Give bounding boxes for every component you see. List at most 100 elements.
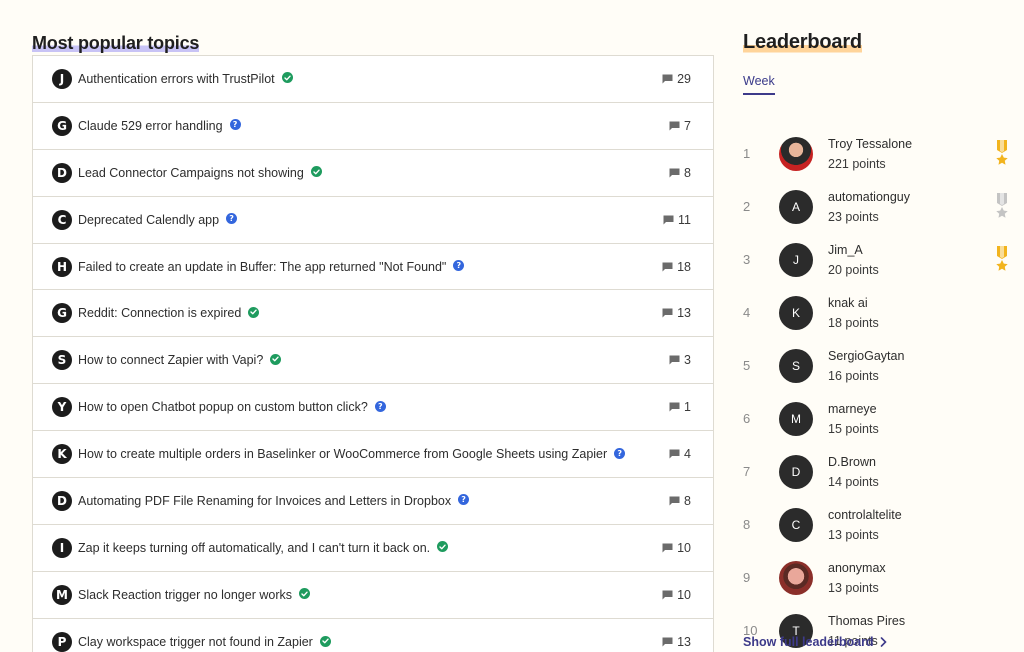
solved-check-icon (248, 306, 260, 318)
comment-icon (662, 308, 673, 318)
leaderboard-entry: 9 anonymax 13 points (743, 558, 1024, 598)
user-name-link[interactable]: automationguy (828, 190, 910, 204)
user-avatar-initial: S (791, 359, 800, 373)
topic-title-link[interactable]: Claude 529 error handling (78, 119, 223, 133)
rank-number: 3 (743, 252, 751, 267)
user-name-link[interactable]: controlaltelite (828, 508, 902, 522)
topic-title-link[interactable]: Reddit: Connection is expired (78, 306, 241, 320)
comment-icon (669, 168, 680, 178)
user-name-link[interactable]: Thomas Pires (828, 614, 905, 628)
user-avatar[interactable]: C (779, 508, 813, 542)
topic-list: J Authentication errors with TrustPilot 29… (32, 55, 714, 652)
topic-row[interactable]: S How to connect Zapier with Vapi? 3 (33, 337, 713, 385)
topic-row[interactable]: K How to create multiple orders in Baseli… (33, 431, 713, 479)
topic-title-link[interactable]: Zap it keeps turning off automatically, … (78, 541, 430, 555)
topic-author-initial: G (57, 118, 67, 133)
topic-row[interactable]: Y How to open Chatbot popup on custom but… (33, 384, 713, 432)
topic-row[interactable]: I Zap it keeps turning off automatically,… (33, 525, 713, 572)
user-avatar[interactable]: J (779, 243, 813, 277)
topic-row[interactable]: G Reddit: Connection is expired 13 (33, 290, 713, 338)
user-avatar[interactable]: D (779, 455, 813, 489)
show-full-leaderboard-label: Show full leaderboard (743, 635, 874, 649)
topic-row[interactable]: C Deprecated Calendly app? 11 (33, 197, 713, 244)
solved-check-icon (437, 541, 449, 553)
topic-author-avatar-icon: G (53, 116, 71, 135)
leaderboard-entry: 4 Kknak ai 18 points (743, 293, 1024, 333)
reply-count: 1 (669, 400, 691, 414)
topic-title-link[interactable]: Lead Connector Campaigns not showing (78, 166, 304, 180)
solved-check-icon (270, 353, 282, 365)
user-avatar-initial: D (791, 465, 801, 479)
user-name-link[interactable]: D.Brown (828, 455, 876, 469)
reply-count-value: 13 (677, 306, 691, 321)
topic-title-link[interactable]: Slack Reaction trigger no longer works (78, 588, 292, 602)
comment-icon (662, 74, 673, 84)
leaderboard-heading: Leaderboard (743, 30, 862, 54)
topic-author-avatar-icon: J (53, 69, 71, 88)
reply-count-value: 1 (684, 400, 691, 415)
reply-count-value: 10 (677, 587, 691, 602)
topic-row[interactable]: D Automating PDF File Renaming for Invoic… (33, 478, 713, 525)
topic-row[interactable]: D Lead Connector Campaigns not showing 8 (33, 150, 713, 197)
user-name-link[interactable]: Jim_A (828, 243, 863, 257)
user-name-link[interactable]: SergioGaytan (828, 349, 904, 363)
user-name-link[interactable]: anonymax (828, 561, 886, 575)
topic-author-avatar-icon: G (53, 304, 71, 323)
topic-title-link[interactable]: Failed to create an update in Buffer: Th… (78, 260, 446, 274)
user-name-link[interactable]: knak ai (828, 296, 868, 310)
tab-week[interactable]: Week (743, 74, 775, 95)
rank-number: 4 (743, 305, 751, 320)
reply-count-value: 29 (677, 71, 691, 86)
user-name-link[interactable]: Troy Tessalone (828, 137, 912, 151)
reply-count: 13 (662, 306, 691, 320)
topic-author-initial: J (59, 71, 65, 86)
comment-icon (669, 496, 680, 506)
user-avatar[interactable]: S (779, 349, 813, 383)
topic-author-initial: M (56, 587, 68, 602)
topic-row[interactable]: G Claude 529 error handling? 7 (33, 103, 713, 150)
reply-count: 18 (662, 260, 691, 274)
comment-icon (662, 262, 673, 271)
reply-count-value: 7 (684, 118, 691, 133)
user-points: 14 points (828, 475, 879, 489)
topic-row[interactable]: H Failed to create an update in Buffer: T… (33, 244, 713, 291)
show-full-leaderboard-link[interactable]: Show full leaderboard (743, 635, 887, 649)
user-avatar-initial: M (791, 412, 801, 426)
reply-count-value: 18 (677, 259, 691, 274)
user-avatar[interactable] (779, 561, 813, 595)
topic-author-initial: K (57, 447, 67, 462)
gold-medal-icon (995, 140, 1009, 171)
question-mark-icon: ? (229, 119, 241, 131)
user-avatar[interactable]: K (779, 296, 813, 330)
user-points: 20 points (828, 263, 879, 277)
topic-author-initial: S (57, 353, 67, 368)
user-name-link[interactable]: marneye (828, 402, 877, 416)
user-avatar[interactable]: A (779, 190, 813, 224)
topic-author-avatar-icon: K (53, 445, 71, 464)
topic-title-link[interactable]: How to connect Zapier with Vapi? (78, 353, 263, 367)
topic-author-avatar-icon: I (53, 538, 71, 557)
topic-title-link[interactable]: Automating PDF File Renaming for Invoice… (78, 494, 451, 508)
topic-title-link[interactable]: Deprecated Calendly app (78, 213, 219, 227)
topic-author-avatar-icon: M (53, 585, 71, 604)
topic-row[interactable]: P Clay workspace trigger not found in Zap… (33, 619, 713, 652)
question-mark-icon: ? (458, 494, 470, 506)
comment-icon (669, 355, 680, 365)
user-avatar-initial: C (791, 518, 801, 532)
topic-title-link[interactable]: How to create multiple orders in Baselin… (78, 447, 607, 461)
reply-count-value: 13 (677, 635, 691, 650)
comment-icon (662, 590, 673, 600)
reply-count: 8 (669, 494, 691, 508)
topic-title-link[interactable]: Clay workspace trigger not found in Zapi… (78, 635, 313, 649)
topic-row[interactable]: J Authentication errors with TrustPilot 29 (33, 56, 713, 103)
question-mark-icon: ? (614, 447, 626, 459)
topic-title-link[interactable]: How to open Chatbot popup on custom butt… (78, 400, 368, 414)
topic-title-link[interactable]: Authentication errors with TrustPilot (78, 72, 275, 86)
reply-count: 8 (669, 166, 691, 180)
question-mark-icon: ? (453, 260, 465, 271)
topic-row[interactable]: M Slack Reaction trigger no longer works 1… (33, 572, 713, 619)
user-avatar[interactable]: M (779, 402, 813, 436)
user-avatar[interactable] (779, 137, 813, 171)
reply-count-value: 3 (684, 353, 691, 368)
leaderboard-entry: 7 D D.Brown 14 points (743, 452, 1024, 492)
